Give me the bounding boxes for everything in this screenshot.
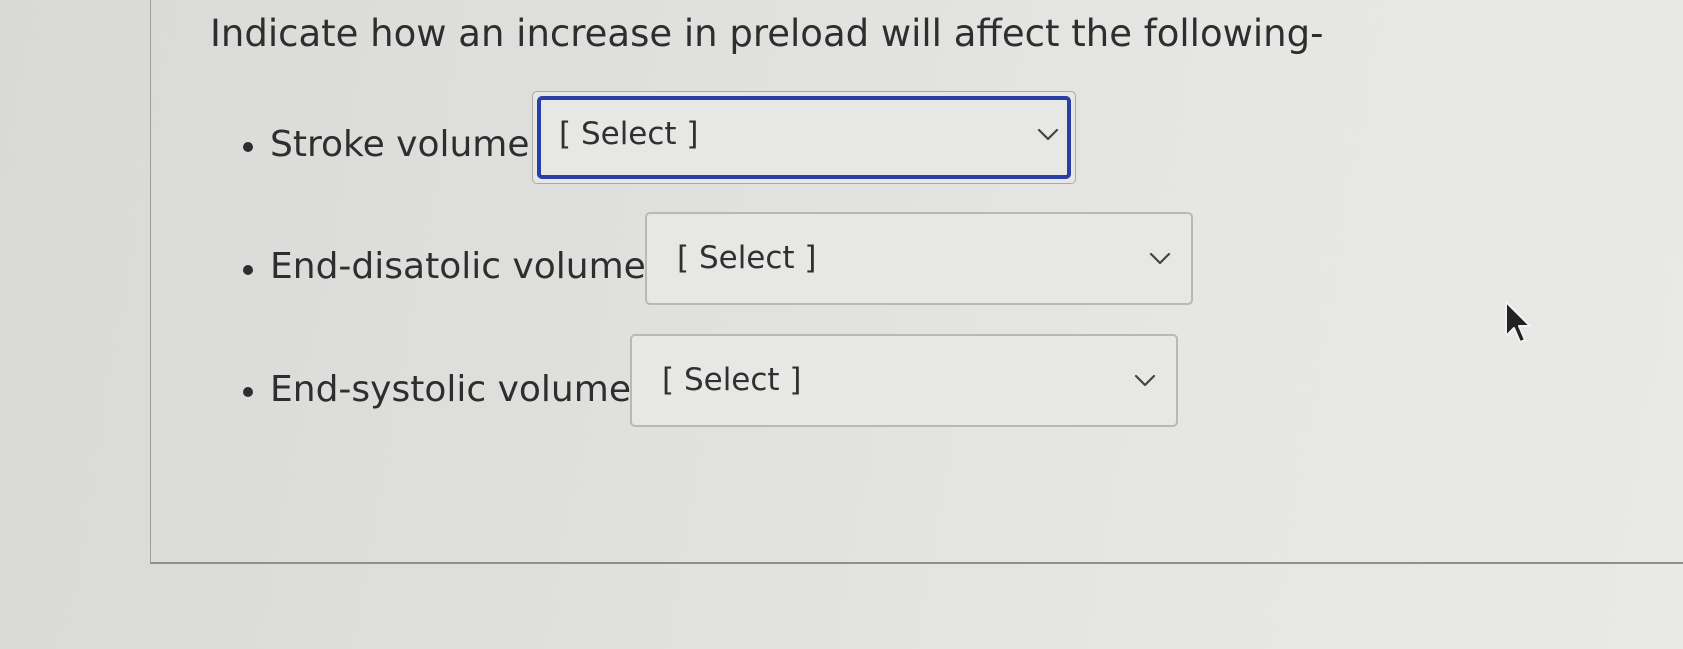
mouse-cursor-icon <box>1505 301 1531 343</box>
bullet-icon <box>243 142 253 152</box>
question-prompt: Indicate how an increase in preload will… <box>210 12 1324 55</box>
select-value: [ Select ] <box>662 362 802 398</box>
stroke-volume-select[interactable]: [ Select ] <box>532 91 1076 184</box>
bullet-icon <box>243 265 253 275</box>
chevron-down-icon <box>1134 374 1156 387</box>
bullet-icon <box>243 387 253 397</box>
end-diastolic-volume-select[interactable]: [ Select ] <box>645 212 1193 305</box>
item-label-stroke-volume: Stroke volume <box>270 124 530 165</box>
select-value: [ Select ] <box>677 240 817 276</box>
end-systolic-volume-select[interactable]: [ Select ] <box>630 334 1178 427</box>
item-label-end-systolic-volume: End-systolic volume <box>270 369 631 410</box>
chevron-down-icon <box>1149 252 1171 265</box>
chevron-down-icon <box>1037 128 1059 141</box>
item-label-end-diastolic-volume: End-disatolic volume <box>270 246 646 287</box>
select-value: [ Select ] <box>559 116 699 152</box>
